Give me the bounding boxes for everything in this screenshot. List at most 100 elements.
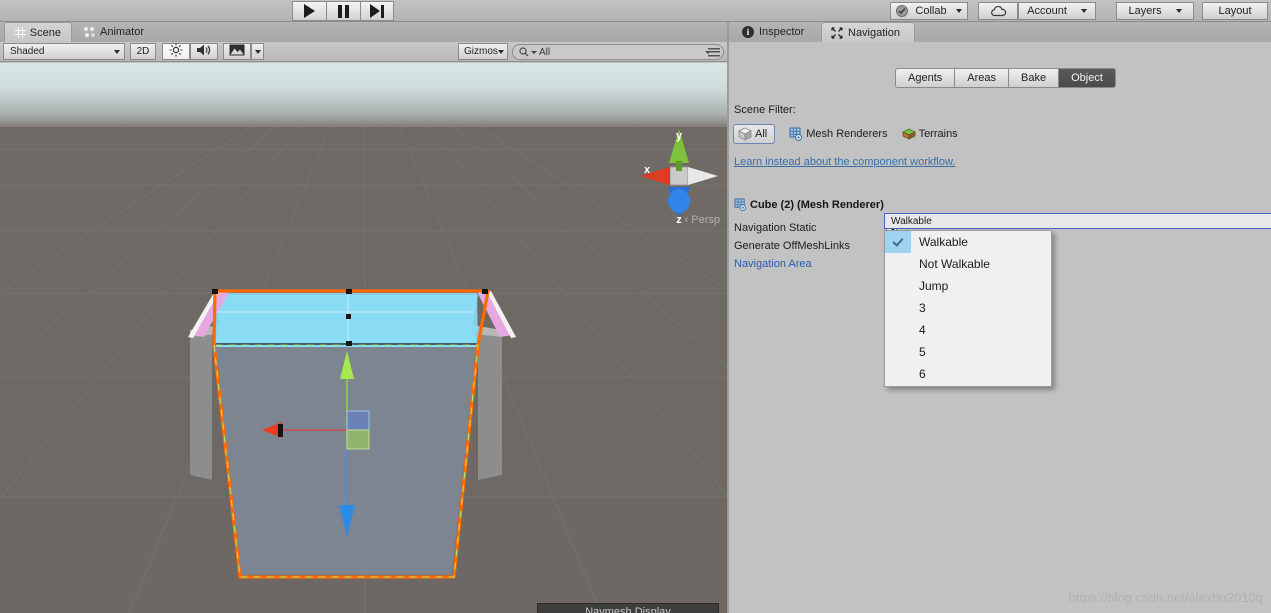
scene-panel-menu-button[interactable] — [705, 46, 725, 58]
transport-controls — [292, 1, 394, 21]
tab-bake[interactable]: Bake — [1008, 68, 1059, 88]
dropdown-option-label: 5 — [919, 345, 926, 359]
scene-axis-gizmo[interactable]: y x z — [636, 125, 722, 227]
layout-button[interactable]: Layout — [1202, 2, 1268, 20]
scene-panel: Scene Animator Shaded 2D Gizmos All y x … — [0, 22, 729, 613]
scene-viewport[interactable]: y x z ‹ Persp Navmesh Display — [0, 63, 729, 613]
dropdown-option-label: 6 — [919, 367, 926, 381]
play-icon — [304, 4, 315, 18]
learn-component-workflow-link[interactable]: Learn instead about the component workfl… — [734, 156, 955, 168]
grid-icon — [15, 27, 26, 38]
chevron-down-icon — [1080, 9, 1087, 13]
check-slot — [885, 319, 911, 341]
filter-terrains[interactable]: Terrains — [901, 127, 958, 141]
projection-mode-label[interactable]: ‹ Persp — [640, 214, 720, 226]
tab-navigation[interactable]: Navigation — [821, 22, 915, 42]
navigation-static-label: Navigation Static — [734, 222, 817, 234]
toggle-lighting-button[interactable] — [162, 43, 190, 60]
step-button[interactable] — [360, 1, 394, 21]
layout-label: Layout — [1218, 5, 1252, 17]
btn-2d-label: 2D — [136, 46, 150, 57]
navigation-area-dropdown-menu: Walkable Not Walkable Jump 3 4 5 6 — [884, 230, 1052, 387]
info-icon: i — [742, 26, 754, 38]
check-slot — [885, 363, 911, 385]
tab-agents[interactable]: Agents — [895, 68, 955, 88]
navigation-static-row: Navigation Static — [734, 220, 897, 236]
collab-check-icon — [896, 5, 909, 17]
dropdown-option-5[interactable]: 5 — [885, 341, 1051, 363]
selected-cube-object[interactable] — [182, 275, 522, 605]
step-icon — [370, 4, 384, 18]
scene-filter-label: Scene Filter: — [734, 104, 796, 116]
navmesh-display-panel: Navmesh Display Show NavMesh Show Height… — [537, 603, 719, 613]
main-toolbar: Collab Account Layers Layout — [0, 0, 1271, 22]
tab-areas-label: Areas — [967, 72, 996, 84]
check-slot — [885, 341, 911, 363]
filter-mesh-renderers-label: Mesh Renderers — [806, 128, 888, 140]
audio-icon — [196, 43, 212, 60]
navigation-area-label[interactable]: Navigation Area — [734, 258, 884, 270]
projection-value: Persp — [691, 214, 720, 226]
mesh-renderer-icon — [734, 198, 747, 211]
tab-areas[interactable]: Areas — [954, 68, 1008, 88]
tab-object[interactable]: Object — [1058, 68, 1116, 88]
tab-animator[interactable]: Animator — [74, 22, 160, 42]
draw-mode-dropdown[interactable]: Shaded — [3, 43, 125, 60]
chevron-down-icon — [1175, 9, 1182, 13]
account-button[interactable]: Account — [1018, 2, 1096, 20]
check-icon — [885, 231, 911, 253]
dropdown-option-label: Not Walkable — [919, 257, 990, 271]
play-button[interactable] — [292, 1, 326, 21]
scene-filter-row: All Mesh Renderers Terrains — [733, 124, 958, 144]
cloud-button[interactable] — [978, 2, 1018, 20]
generate-offmeshlinks-row: Generate OffMeshLinks — [734, 238, 897, 254]
generate-offmeshlinks-label: Generate OffMeshLinks — [734, 240, 850, 252]
terrain-icon — [901, 127, 916, 141]
pause-button[interactable] — [326, 1, 360, 21]
gizmos-dropdown[interactable]: Gizmos — [458, 43, 508, 60]
tab-inspector[interactable]: i Inspector — [733, 22, 817, 42]
toggle-audio-button[interactable] — [190, 43, 218, 60]
toggle-effects-button[interactable] — [223, 43, 251, 60]
chevron-down-icon — [254, 49, 261, 54]
dropdown-option-label: 4 — [919, 323, 926, 337]
toggle-2d-button[interactable]: 2D — [130, 43, 156, 60]
search-value: All — [539, 46, 551, 58]
lighting-icon — [169, 43, 183, 60]
dropdown-option-3[interactable]: 3 — [885, 297, 1051, 319]
collab-button[interactable]: Collab — [890, 2, 968, 20]
selected-object-title: Cube (2) (Mesh Renderer) — [734, 198, 884, 211]
dropdown-option-4[interactable]: 4 — [885, 319, 1051, 341]
tab-animator-label: Animator — [100, 26, 145, 38]
navigation-icon — [831, 26, 843, 39]
cube-icon — [738, 127, 752, 141]
dropdown-option-not-walkable[interactable]: Not Walkable — [885, 253, 1051, 275]
draw-mode-label: Shaded — [10, 46, 45, 57]
account-label: Account — [1027, 5, 1067, 17]
effects-dropdown-button[interactable] — [251, 43, 264, 60]
svg-text:y: y — [676, 130, 683, 142]
navigation-area-dropdown[interactable]: Walkable — [884, 213, 1271, 229]
filter-all-label: All — [755, 128, 768, 140]
inspector-tab-row: i Inspector Navigation — [729, 22, 1271, 42]
dropdown-option-label: 3 — [919, 301, 926, 315]
search-icon — [519, 47, 529, 57]
tab-inspector-label: Inspector — [759, 26, 805, 38]
animator-icon — [84, 26, 96, 38]
navigation-mode-tabs: Agents Areas Bake Object — [895, 68, 1116, 88]
dropdown-option-walkable[interactable]: Walkable — [885, 231, 1051, 253]
dropdown-option-6[interactable]: 6 — [885, 363, 1051, 385]
mesh-renderer-icon — [789, 127, 803, 141]
filter-all-button[interactable]: All — [733, 124, 776, 144]
navigation-area-value: Walkable — [891, 215, 932, 227]
check-slot — [885, 253, 911, 275]
filter-mesh-renderers[interactable]: Mesh Renderers — [789, 127, 888, 141]
panel-menu-icon — [708, 47, 720, 57]
tab-scene[interactable]: Scene — [4, 22, 72, 42]
search-input[interactable]: All — [512, 44, 724, 60]
tab-bake-label: Bake — [1021, 72, 1047, 84]
scene-view-toolbar: Shaded 2D Gizmos All — [0, 42, 729, 62]
dropdown-option-jump[interactable]: Jump — [885, 275, 1051, 297]
check-slot — [885, 297, 911, 319]
layers-button[interactable]: Layers — [1116, 2, 1194, 20]
